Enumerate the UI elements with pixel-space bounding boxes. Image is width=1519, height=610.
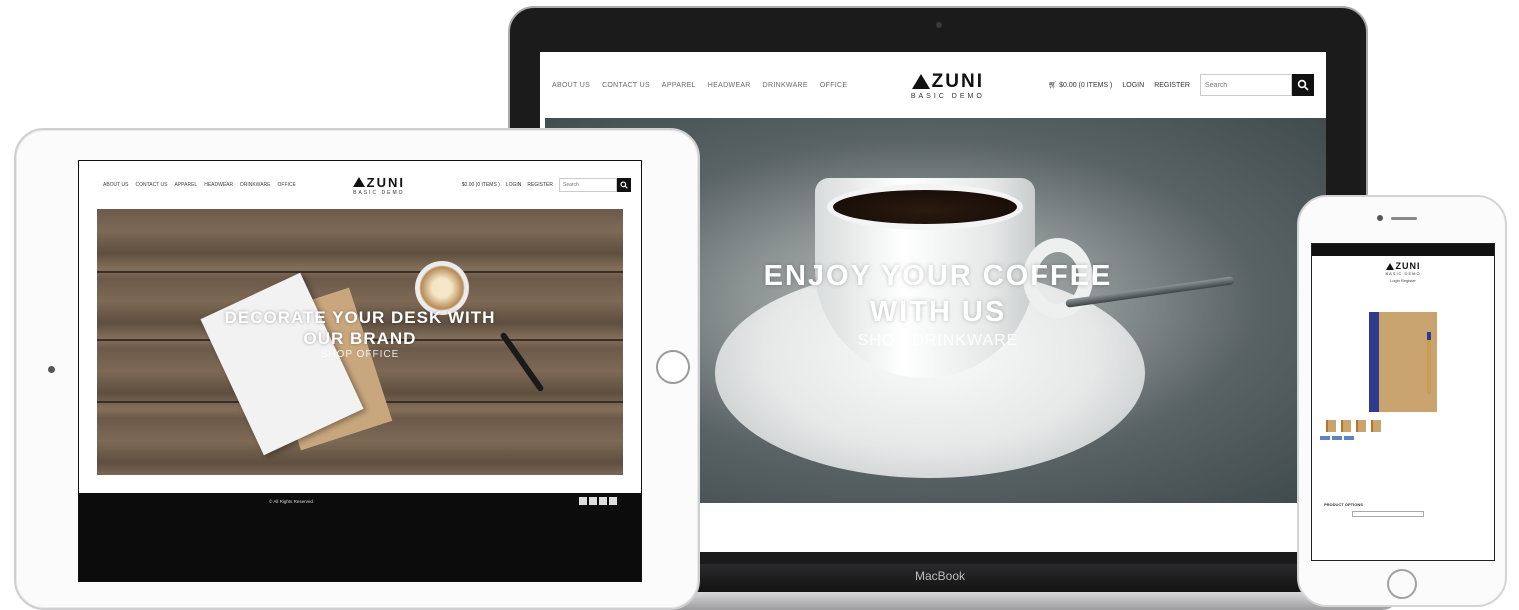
tablet-search-icon xyxy=(620,181,628,189)
product-thumbnail[interactable] xyxy=(1356,420,1366,432)
wood-plank-seam xyxy=(97,271,623,273)
site-logo[interactable]: ZUNI BASIC DEMO xyxy=(911,71,985,100)
tablet-nav-link-headwear[interactable]: HEADWEAR xyxy=(204,182,233,188)
nav-link-about-us[interactable]: ABOUT US xyxy=(552,82,590,89)
product-title-row xyxy=(1312,293,1494,302)
twitter-icon[interactable] xyxy=(589,497,597,505)
product-thumbnails xyxy=(1312,412,1494,432)
tablet-cart-link[interactable]: $0.00 (0 ITEMS ) xyxy=(462,182,500,188)
logo-triangle-icon xyxy=(911,74,930,89)
product-title xyxy=(1318,296,1319,302)
product-pen-image xyxy=(1427,332,1431,394)
tablet-logo-subtitle: BASIC DEMO xyxy=(353,189,405,196)
search-icon xyxy=(1297,79,1309,91)
phone-home-button[interactable] xyxy=(1387,569,1417,599)
share-facebook-button[interactable] xyxy=(1320,436,1330,440)
tablet-site-footer: © All Rights Reserved xyxy=(79,493,641,581)
copyright-text: © All Rights Reserved xyxy=(269,499,313,504)
header-actions: 🛒︎ $0.00 (0 ITEMS ) LOGIN REGISTER xyxy=(1048,74,1314,96)
tablet-site-logo[interactable]: ZUNI BASIC DEMO xyxy=(352,174,405,196)
tablet-login-link[interactable]: LOGIN xyxy=(506,182,522,188)
shop-office-link[interactable]: SHOP OFFICE xyxy=(97,349,623,360)
nav-link-headwear[interactable]: HEADWEAR xyxy=(708,82,751,89)
search-button[interactable] xyxy=(1291,74,1314,96)
share-other-button[interactable] xyxy=(1344,436,1354,440)
tablet-hero-heading-line-2: OUR BRAND xyxy=(303,329,417,348)
youtube-icon[interactable] xyxy=(609,497,617,505)
share-buttons xyxy=(1312,432,1494,440)
product-thumbnail[interactable] xyxy=(1326,420,1336,432)
phone-device: ZUNI BASIC DEMO Login Register PRODUCT O… xyxy=(1297,195,1507,607)
product-thumbnail[interactable] xyxy=(1371,420,1381,432)
logo-subtitle: BASIC DEMO xyxy=(910,92,985,100)
tablet-hero-heading-line-1: DECORATE YOUR DESK WITH xyxy=(224,308,496,327)
phone-logo-triangle-icon xyxy=(1385,262,1394,270)
product-price xyxy=(1487,296,1488,302)
tablet-logo-triangle-icon xyxy=(352,177,365,187)
product-description xyxy=(1312,440,1494,456)
coffee-surface xyxy=(827,184,1023,230)
product-thumbnail[interactable] xyxy=(1341,420,1351,432)
product-main-image xyxy=(1369,312,1437,412)
tablet-nav-link-contact-us[interactable]: CONTACT US xyxy=(135,182,167,188)
tablet-site-header: ABOUT US CONTACT US APPAREL HEADWEAR DRI… xyxy=(79,161,641,209)
login-link[interactable]: LOGIN xyxy=(1122,82,1144,89)
tablet-main-nav: ABOUT US CONTACT US APPAREL HEADWEAR DRI… xyxy=(103,182,296,188)
tablet-nav-link-apparel[interactable]: APPAREL xyxy=(175,182,198,188)
share-twitter-button[interactable] xyxy=(1332,436,1342,440)
logo-text: ZUNI xyxy=(931,70,984,92)
social-links xyxy=(579,497,617,505)
hero-banner-office: DECORATE YOUR DESK WITH OUR BRAND SHOP O… xyxy=(97,209,623,475)
tablet-screen: ABOUT US CONTACT US APPAREL HEADWEAR DRI… xyxy=(78,160,642,582)
phone-breadcrumb[interactable] xyxy=(1312,283,1494,293)
product-option-select[interactable] xyxy=(1352,511,1424,517)
product-quantity-row[interactable] xyxy=(1312,456,1494,474)
device-mockup-stage: ABOUT US CONTACT US APPAREL HEADWEAR DRI… xyxy=(0,0,1519,610)
phone-logo-text: ZUNI xyxy=(1395,261,1421,271)
tablet-register-link[interactable]: REGISTER xyxy=(527,182,553,188)
cart-link[interactable]: 🛒︎ $0.00 (0 ITEMS ) xyxy=(1048,81,1112,89)
phone-menu-bar[interactable] xyxy=(1312,244,1494,256)
site-header: ABOUT US CONTACT US APPAREL HEADWEAR DRI… xyxy=(540,52,1326,118)
tablet-search-button[interactable] xyxy=(616,178,631,192)
tablet-home-button[interactable] xyxy=(656,350,690,384)
tablet-logo-text: ZUNI xyxy=(366,174,405,190)
tablet-header-actions: $0.00 (0 ITEMS ) LOGIN REGISTER xyxy=(462,178,631,192)
nav-link-apparel[interactable]: APPAREL xyxy=(662,82,696,89)
phone-site-logo[interactable]: ZUNI BASIC DEMO xyxy=(1312,261,1494,276)
phone-screen: ZUNI BASIC DEMO Login Register PRODUCT O… xyxy=(1311,243,1495,561)
tablet-nav-link-drinkware[interactable]: DRINKWARE xyxy=(240,182,270,188)
laptop-brand-label: MacBook xyxy=(914,569,966,583)
nav-link-office[interactable]: OFFICE xyxy=(820,82,847,89)
product-options-label: PRODUCT OPTIONS xyxy=(1324,502,1363,507)
phone-speaker xyxy=(1391,217,1417,220)
tablet-nav-link-office[interactable]: OFFICE xyxy=(278,182,296,188)
laptop-camera xyxy=(936,22,942,28)
facebook-icon[interactable] xyxy=(579,497,587,505)
tablet-search-input[interactable] xyxy=(558,178,617,192)
register-link[interactable]: REGISTER xyxy=(1154,82,1190,89)
tablet-device: ABOUT US CONTACT US APPAREL HEADWEAR DRI… xyxy=(14,128,700,610)
tablet-hero-caption: DECORATE YOUR DESK WITH OUR BRAND SHOP O… xyxy=(97,307,623,360)
phone-camera xyxy=(1377,215,1383,221)
main-nav: ABOUT US CONTACT US APPAREL HEADWEAR DRI… xyxy=(552,82,847,89)
tablet-camera xyxy=(48,366,55,373)
phone-logo-subtitle: BASIC DEMO xyxy=(1385,271,1421,276)
tablet-nav-link-about-us[interactable]: ABOUT US xyxy=(103,182,128,188)
nav-link-drinkware[interactable]: DRINKWARE xyxy=(763,82,808,89)
cart-summary: $0.00 (0 ITEMS ) xyxy=(1059,82,1113,89)
nav-link-contact-us[interactable]: CONTACT US xyxy=(602,82,650,89)
search-input[interactable] xyxy=(1199,74,1292,96)
instagram-icon[interactable] xyxy=(599,497,607,505)
